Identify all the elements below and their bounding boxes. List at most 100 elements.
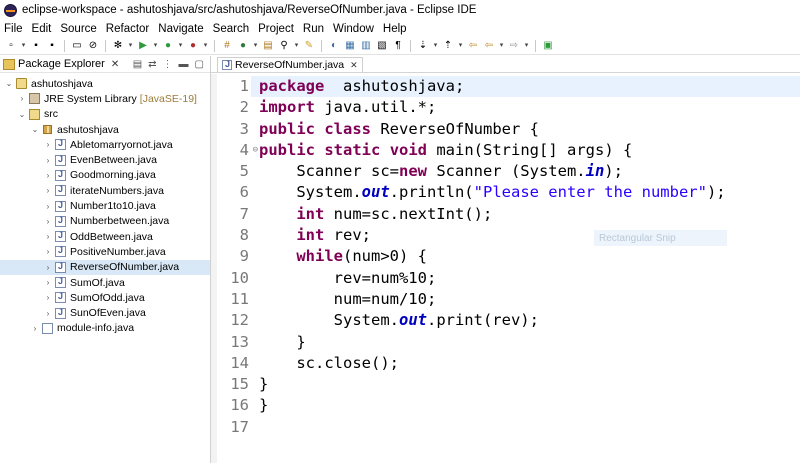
debug-dropdown-icon[interactable]: ▾ [127,39,134,53]
tree-item[interactable]: › Number1to10.java [0,198,210,213]
run-icon[interactable]: ▶ [136,39,150,53]
collapsed-arrow-icon[interactable]: › [43,247,53,256]
tree-item[interactable]: › SumOfOdd.java [0,290,210,305]
code-line[interactable]: Scanner sc=new Scanner (System.in); [259,161,800,182]
pin-editor-icon[interactable]: ▣ [541,39,555,53]
tree-item[interactable]: ⌄ src [0,107,210,122]
new-java-package-icon[interactable]: # [220,39,234,53]
save-all-icon[interactable]: ▪ [45,39,59,53]
tree-item[interactable]: › JRE System Library [JavaSE-19] [0,91,210,106]
tree-item[interactable]: › EvenBetween.java [0,152,210,167]
code-line[interactable]: public class ReverseOfNumber { [259,119,800,140]
code-line[interactable]: System.out.print(rev); [259,310,800,331]
collapsed-arrow-icon[interactable]: › [43,171,53,180]
tree-item[interactable]: › Goodmorning.java [0,168,210,183]
menu-file[interactable]: File [4,23,23,35]
code-line[interactable]: int num=sc.nextInt(); [259,204,800,225]
coverage-icon[interactable]: ● [161,39,175,53]
code-line[interactable]: num=num/10; [259,289,800,310]
last-edit-location-icon[interactable]: ⇦ [466,39,480,53]
coverage-dropdown-icon[interactable]: ▾ [177,39,184,53]
editor-tab[interactable]: ReverseOfNumber.java ✕ [217,57,363,72]
minimize-icon[interactable]: ▬ [179,59,189,70]
tree-item[interactable]: › PositiveNumber.java [0,244,210,259]
new-class-dropdown-icon[interactable]: ▾ [252,39,259,53]
menu-source[interactable]: Source [60,23,96,35]
collapsed-arrow-icon[interactable]: › [43,156,53,165]
search-icon[interactable]: ⚲ [277,39,291,53]
maximize-icon[interactable]: ▢ [195,59,204,70]
external-tools-icon[interactable]: ● [186,39,200,53]
forward-dropdown-icon[interactable]: ▾ [523,39,530,53]
menu-navigate[interactable]: Navigate [158,23,203,35]
expanded-arrow-icon[interactable]: ⌄ [17,110,27,119]
collapsed-arrow-icon[interactable]: › [43,309,53,318]
line-number-ruler[interactable]: 1 2 3 4 ⊖ 5 6 7 8 9 10 11 12 13 14 15 16 17 [217,74,258,463]
code-line[interactable]: } [259,395,800,416]
tree-item[interactable]: › SumOf.java [0,275,210,290]
view-menu-icon[interactable]: ⋮ [163,59,173,70]
expanded-arrow-icon[interactable]: ⌄ [4,79,14,88]
tree-item[interactable]: › SunOfEven.java [0,305,210,320]
tree-item[interactable]: › ReverseOfNumber.java [0,259,210,275]
previous-annotation-icon[interactable]: ⇡ [441,39,455,53]
menu-edit[interactable]: Edit [32,23,52,35]
terminal-icon[interactable]: ▭ [70,39,84,53]
next-annotation-dropdown-icon[interactable]: ▾ [432,39,439,53]
fold-collapse-icon[interactable]: ⊖ [253,140,258,161]
collapsed-arrow-icon[interactable]: › [43,140,53,149]
close-icon[interactable]: ✕ [111,59,119,70]
new-dropdown-icon[interactable]: ▾ [20,39,27,53]
collapsed-arrow-icon[interactable]: › [30,324,40,333]
code-line[interactable]: import java.util.*; [259,97,800,118]
code-line[interactable]: } [259,374,800,395]
menu-help[interactable]: Help [383,23,407,35]
pen-icon[interactable]: ✎ [302,39,316,53]
code-line[interactable]: public static void main(String[] args) { [259,140,800,161]
menu-window[interactable]: Window [333,23,374,35]
next-annotation-icon[interactable]: ⇣ [416,39,430,53]
code-line[interactable]: System.out.println("Please enter the num… [259,182,800,203]
collapsed-arrow-icon[interactable]: › [43,263,53,272]
new-icon[interactable]: ▫ [4,39,18,53]
collapsed-arrow-icon[interactable]: › [43,186,53,195]
menu-run[interactable]: Run [303,23,324,35]
skip-breakpoints-icon[interactable]: ⊘ [86,39,100,53]
new-java-class-icon[interactable]: ● [236,39,250,53]
collapsed-arrow-icon[interactable]: › [43,278,53,287]
pilcrow-icon[interactable]: ¶ [391,39,405,53]
close-icon[interactable]: ✕ [350,60,358,71]
mark-occurrences-icon[interactable]: ◐ [327,39,341,53]
code-line[interactable] [259,417,800,438]
package-explorer-tab[interactable]: Package Explorer ✕ ▤ ⇄ ⋮ ▬ ▢ [0,56,210,73]
forward-icon[interactable]: ⇨ [507,39,521,53]
run-dropdown-icon[interactable]: ▾ [152,39,159,53]
word-wrap-icon[interactable]: ▧ [375,39,389,53]
expanded-arrow-icon[interactable]: ⌄ [30,125,40,134]
external-tools-dropdown-icon[interactable]: ▾ [202,39,209,53]
code-line[interactable]: rev=num%10; [259,268,800,289]
code-line[interactable]: sc.close(); [259,353,800,374]
collapsed-arrow-icon[interactable]: › [17,94,27,103]
show-whitespace-icon[interactable]: ▥ [359,39,373,53]
open-type-icon[interactable]: ▤ [261,39,275,53]
back-icon[interactable]: ⇦ [482,39,496,53]
menu-search[interactable]: Search [213,23,249,35]
tree-item[interactable]: › module-info.java [0,321,210,336]
collapsed-arrow-icon[interactable]: › [43,202,53,211]
collapsed-arrow-icon[interactable]: › [43,217,53,226]
back-dropdown-icon[interactable]: ▾ [498,39,505,53]
tree-item[interactable]: › Abletomarryornot.java [0,137,210,152]
menu-refactor[interactable]: Refactor [106,23,149,35]
search-dropdown-icon[interactable]: ▾ [293,39,300,53]
toggle-block-selection-icon[interactable]: ▦ [343,39,357,53]
collapse-all-icon[interactable]: ▤ [133,59,142,70]
collapsed-arrow-icon[interactable]: › [43,232,53,241]
code-line[interactable]: } [259,332,800,353]
debug-icon[interactable]: ✻ [111,39,125,53]
code-editor[interactable]: 1 2 3 4 ⊖ 5 6 7 8 9 10 11 12 13 14 15 16 17 package ashut… [211,74,800,463]
code-line[interactable]: package ashutoshjava; [251,76,800,98]
collapsed-arrow-icon[interactable]: › [43,293,53,302]
code-text[interactable]: package ashutoshjava; import java.util.*;… [251,74,800,463]
save-icon[interactable]: ▪ [29,39,43,53]
